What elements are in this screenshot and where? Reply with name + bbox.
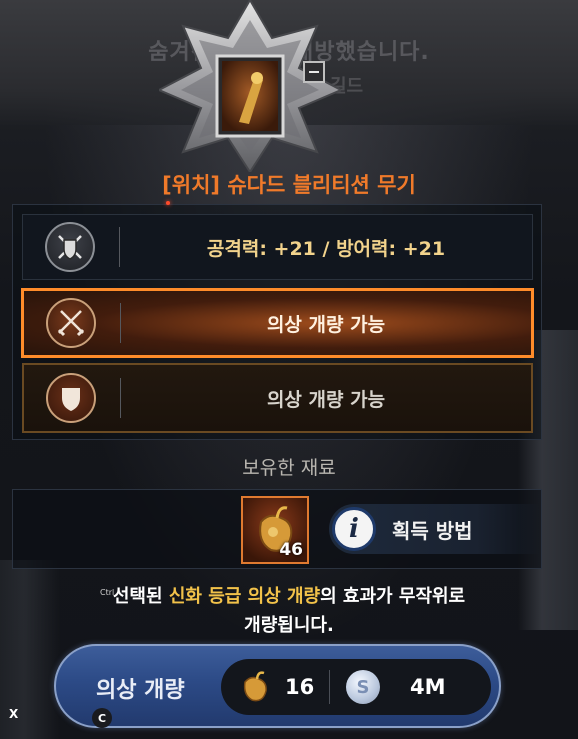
option-row-selected[interactable]: 의상 개량 가능 <box>21 288 534 358</box>
spark-decoration <box>166 201 170 205</box>
material-cost: 16 <box>285 675 315 699</box>
material-count: 46 <box>279 540 303 560</box>
shield-swords-icon <box>45 222 95 272</box>
item-title: [위치] 슈다드 블리티션 무기 <box>162 173 416 197</box>
action-label: 의상 개량 <box>96 678 185 703</box>
crossed-swords-icon <box>46 298 96 348</box>
option-text: 의상 개량 가능 <box>266 313 386 336</box>
x-key-hint: X <box>9 707 19 721</box>
option-row-stat[interactable]: 공격력: +21 / 방어력: +21 <box>22 214 533 280</box>
option-row-option[interactable]: 의상 개량 가능 <box>22 363 533 433</box>
description-highlight: 신화 등급 의상 개량 <box>168 586 321 607</box>
shield-icon <box>46 373 96 423</box>
option-text: 의상 개량 가능 <box>266 388 386 411</box>
option-text: 공격력: +21 / 방어력: +21 <box>206 237 446 260</box>
info-icon: i <box>332 507 376 551</box>
minus-icon <box>309 71 319 73</box>
costume-upgrade-button[interactable]: 의상 개량 16 S 4M <box>54 644 501 728</box>
item-emblem <box>159 0 341 172</box>
cost-divider <box>329 670 330 704</box>
collapse-button[interactable] <box>303 61 325 83</box>
how-to-get-button[interactable]: i 획득 방법 <box>329 504 539 554</box>
description-line-2: 개량됩니다. <box>244 615 334 636</box>
silver-cost: 4M <box>410 675 446 699</box>
silver-coin-icon: S <box>346 670 380 704</box>
description-suffix: 의 효과가 무작위로 <box>320 586 466 607</box>
material-slot[interactable]: 46 <box>241 496 309 564</box>
cost-pill: 16 S 4M <box>221 659 491 715</box>
c-key-hint: C <box>92 708 112 728</box>
description: 선택된 신화 등급 의상 개량의 효과가 무작위로 개량됩니다. <box>0 582 578 640</box>
description-line-1: 선택된 신화 등급 의상 개량의 효과가 무작위로 <box>0 582 578 611</box>
how-to-get-label: 획득 방법 <box>392 518 473 543</box>
owned-materials-label: 보유한 재료 <box>242 457 336 479</box>
material-pouch-icon <box>243 671 267 702</box>
description-prefix: 선택된 <box>112 586 169 607</box>
ctrl-key-hint: Ctrl <box>100 588 115 597</box>
